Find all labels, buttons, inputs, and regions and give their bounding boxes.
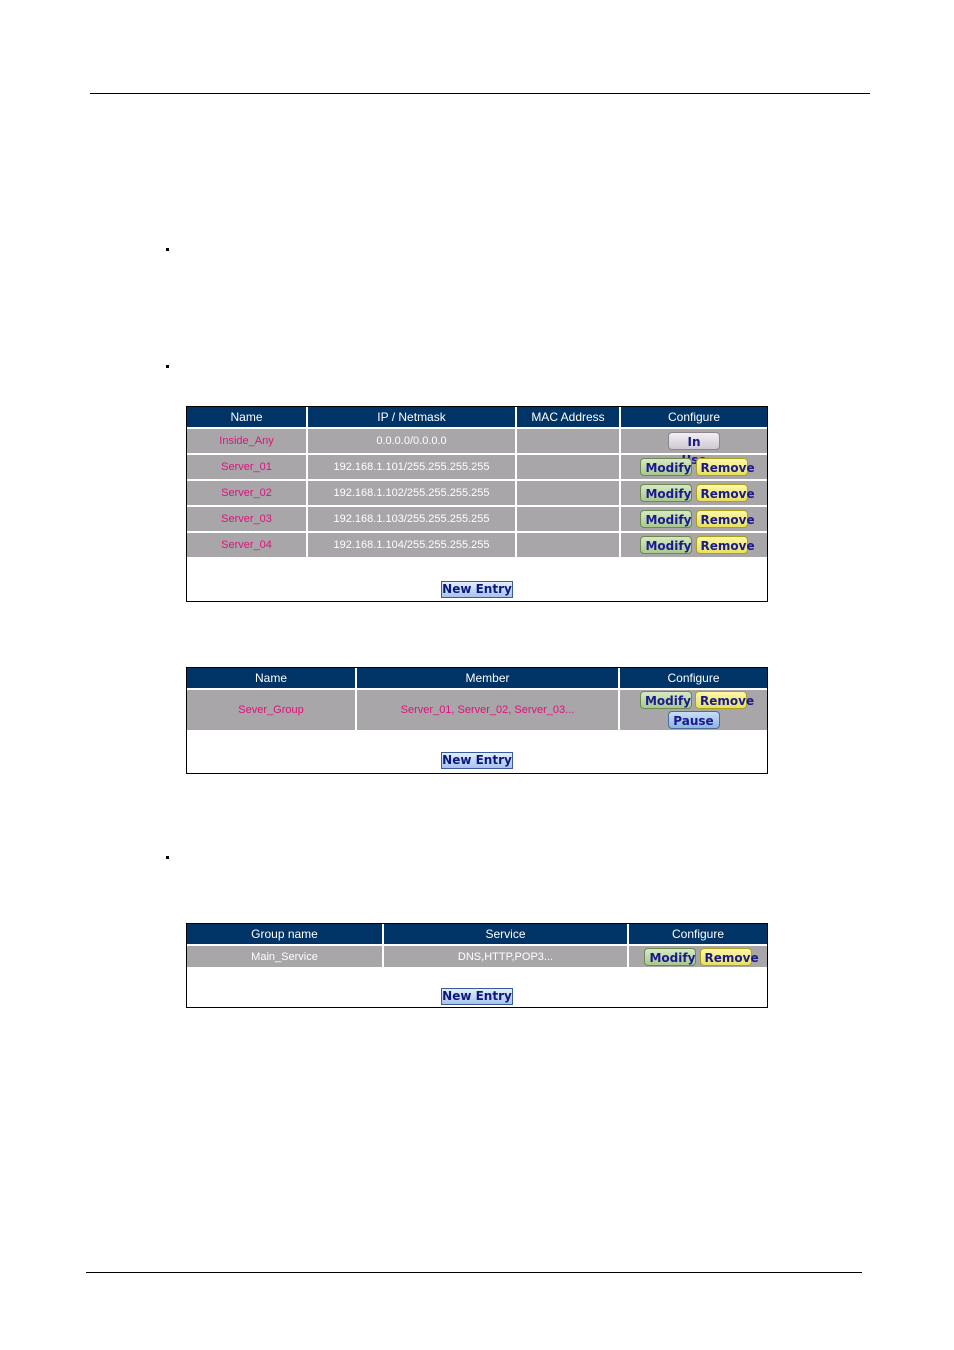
modify-button[interactable]: Modify — [640, 458, 693, 476]
column-header-service: Service — [383, 924, 629, 946]
configure-cell: Modify Remove — [628, 945, 767, 969]
table-header-row: Name Member Configure — [187, 668, 767, 690]
table-row: Server_04 192.168.1.104/255.255.255.255 … — [187, 532, 767, 559]
bullet-3 — [166, 856, 169, 859]
address-name: Inside_Any — [187, 428, 308, 455]
modify-button[interactable]: Modify — [640, 536, 693, 554]
column-header-configure: Configure — [619, 668, 767, 690]
address-mac — [516, 532, 621, 559]
remove-button[interactable]: Remove — [699, 947, 759, 966]
column-header-name: Name — [187, 407, 308, 429]
address-mac — [516, 454, 621, 481]
configure-cell: Modify Remove Pause — [619, 689, 767, 732]
address-ip: 0.0.0.0/0.0.0.0 — [307, 428, 517, 455]
service-list: DNS,HTTP,POP3... — [383, 945, 629, 969]
address-table: Name IP / Netmask MAC Address Configure … — [187, 407, 767, 559]
modify-button[interactable]: Modify — [640, 484, 693, 502]
modify-button[interactable]: Modify — [639, 691, 692, 709]
footer-rule — [86, 1272, 862, 1273]
address-name: Server_03 — [187, 506, 308, 533]
table-row: Server_02 192.168.1.102/255.255.255.255 … — [187, 480, 767, 507]
modify-button[interactable]: Modify — [640, 510, 693, 528]
address-mac — [516, 480, 621, 507]
table-row: Sever_Group Server_01, Server_02, Server… — [187, 689, 767, 732]
table-row: Server_03 192.168.1.103/255.255.255.255 … — [187, 506, 767, 533]
bullet-1 — [166, 248, 169, 251]
header-rule — [90, 93, 870, 94]
in-use-button[interactable]: In Use — [668, 432, 720, 467]
table-header-row: Group name Service Configure — [187, 924, 767, 946]
new-entry-button[interactable]: New Entry — [441, 581, 513, 599]
address-name: Server_02 — [187, 480, 308, 507]
bullet-2 — [166, 365, 169, 368]
new-entry-button[interactable]: New Entry — [441, 752, 513, 770]
remove-button[interactable]: Remove — [695, 458, 755, 476]
column-header-member: Member — [356, 668, 620, 690]
service-table: Group name Service Configure Main_Servic… — [187, 924, 767, 969]
address-ip: 192.168.1.102/255.255.255.255 — [307, 480, 517, 507]
column-header-name: Name — [187, 668, 357, 690]
table-header-row: Name IP / Netmask MAC Address Configure — [187, 407, 767, 429]
remove-button[interactable]: Remove — [695, 691, 754, 709]
address-name: Server_01 — [187, 454, 308, 481]
address-ip: 192.168.1.104/255.255.255.255 — [307, 532, 517, 559]
group-table-panel: Name Member Configure Sever_Group Server… — [186, 667, 768, 774]
group-table-footer: New Entry — [187, 732, 767, 770]
address-ip: 192.168.1.103/255.255.255.255 — [307, 506, 517, 533]
service-table-footer: New Entry — [187, 969, 767, 1006]
address-table-panel: Name IP / Netmask MAC Address Configure … — [186, 406, 768, 602]
new-entry-button[interactable]: New Entry — [441, 988, 513, 1006]
service-group-name: Main_Service — [187, 945, 384, 969]
address-table-footer: New Entry — [187, 559, 767, 599]
configure-cell: In Use — [620, 428, 767, 467]
configure-cell: Modify Remove — [620, 506, 767, 533]
group-name: Sever_Group — [187, 689, 357, 732]
configure-cell: Modify Remove — [620, 480, 767, 507]
address-name: Server_04 — [187, 532, 308, 559]
column-header-configure: Configure — [628, 924, 767, 946]
column-header-configure: Configure — [620, 407, 767, 429]
address-mac — [516, 506, 621, 533]
modify-button[interactable]: Modify — [644, 947, 697, 966]
group-table: Name Member Configure Sever_Group Server… — [187, 668, 767, 732]
remove-button[interactable]: Remove — [695, 510, 755, 528]
table-row: Main_Service DNS,HTTP,POP3... Modify Rem… — [187, 945, 767, 969]
table-row: Inside_Any 0.0.0.0/0.0.0.0 In Use — [187, 428, 767, 467]
group-members: Server_01, Server_02, Server_03... — [356, 689, 620, 732]
pause-button[interactable]: Pause — [667, 711, 720, 729]
column-header-ip-netmask: IP / Netmask — [307, 407, 517, 429]
configure-cell: Modify Remove — [620, 532, 767, 559]
remove-button[interactable]: Remove — [695, 484, 755, 502]
configure-cell: Modify Remove — [620, 454, 767, 481]
column-header-group-name: Group name — [187, 924, 384, 946]
service-table-panel: Group name Service Configure Main_Servic… — [186, 923, 768, 1008]
address-ip: 192.168.1.101/255.255.255.255 — [307, 454, 517, 481]
address-mac — [516, 428, 621, 455]
table-row: Server_01 192.168.1.101/255.255.255.255 … — [187, 454, 767, 481]
column-header-mac-address: MAC Address — [516, 407, 621, 429]
remove-button[interactable]: Remove — [695, 536, 755, 554]
